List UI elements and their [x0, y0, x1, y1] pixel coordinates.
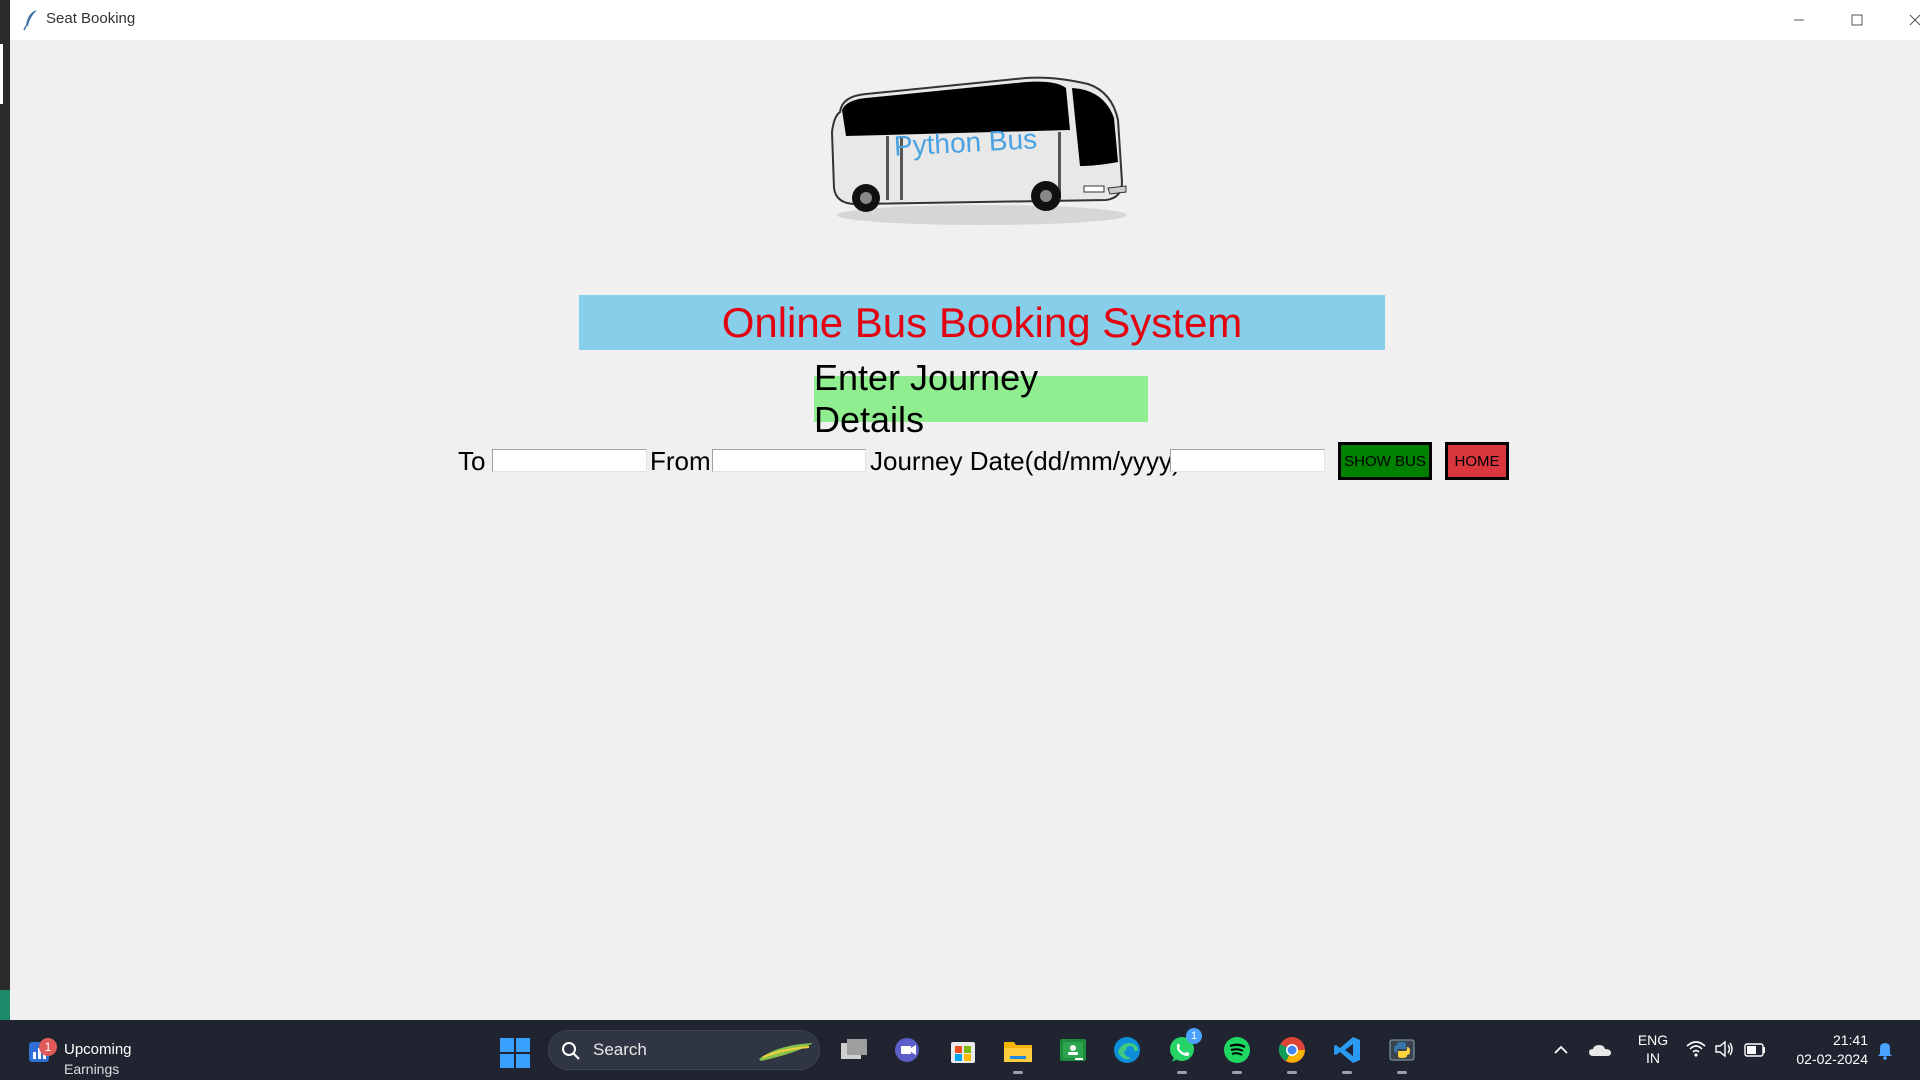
- whatsapp-badge: 1: [1186, 1028, 1202, 1044]
- teams-meet-icon: [895, 1038, 919, 1062]
- widget-subtitle: Earnings: [64, 1061, 120, 1077]
- widget-title: Upcoming: [64, 1041, 132, 1058]
- to-label: To: [458, 446, 486, 476]
- running-indicator: [1342, 1071, 1352, 1074]
- widget-badge: 1: [39, 1038, 57, 1056]
- task-view-icon: [841, 1039, 867, 1059]
- journey-date-label: Journey Date(dd/mm/yyyy): [870, 446, 1181, 476]
- search-icon: [562, 1042, 580, 1060]
- onedrive-cloud-icon[interactable]: [1588, 1042, 1612, 1058]
- maximize-icon: [1851, 14, 1863, 26]
- whatsapp-button[interactable]: 1: [1164, 1028, 1202, 1074]
- search-highlight-icon: [759, 1043, 813, 1061]
- teams-meet-button[interactable]: [890, 1032, 926, 1068]
- journey-date-input[interactable]: [1170, 449, 1325, 472]
- home-button[interactable]: HOME: [1445, 442, 1509, 480]
- python-icon: [1389, 1039, 1415, 1061]
- spotify-icon: [1224, 1037, 1250, 1063]
- search-placeholder: Search: [593, 1040, 647, 1059]
- spotify-button[interactable]: [1219, 1032, 1255, 1074]
- taskbar-search[interactable]: Search: [548, 1030, 820, 1070]
- page-title: Online Bus Booking System: [579, 295, 1385, 350]
- desktop-edge: [0, 0, 10, 1020]
- maximize-button[interactable]: [1828, 0, 1886, 40]
- running-indicator: [1232, 1071, 1242, 1074]
- running-indicator: [1013, 1071, 1023, 1074]
- vscode-icon: [1334, 1037, 1360, 1063]
- title-bar[interactable]: Seat Booking: [10, 0, 1920, 40]
- show-bus-button[interactable]: SHOW BUS: [1338, 442, 1432, 480]
- running-indicator: [1177, 1071, 1187, 1074]
- wifi-icon[interactable]: [1686, 1040, 1706, 1058]
- clock[interactable]: 21:41 02-02-2024: [1782, 1031, 1868, 1069]
- bus-logo-image: Python Bus: [830, 76, 1127, 225]
- language-code: ENG: [1637, 1032, 1669, 1048]
- chevron-up-icon[interactable]: [1552, 1040, 1570, 1060]
- minimize-icon: [1794, 19, 1804, 21]
- close-icon: [1909, 14, 1920, 26]
- chrome-button[interactable]: [1274, 1032, 1310, 1074]
- clock-date: 02-02-2024: [1796, 1051, 1868, 1067]
- microsoft-store-icon: [951, 1042, 975, 1063]
- file-explorer-icon: [1004, 1042, 1032, 1062]
- feather-icon: [23, 10, 37, 31]
- window-title: Seat Booking: [46, 10, 136, 27]
- google-classroom-icon: [1060, 1039, 1086, 1061]
- from-input[interactable]: [712, 449, 866, 472]
- running-indicator: [1287, 1071, 1297, 1074]
- from-label: From: [650, 446, 711, 476]
- clock-time: 21:41: [1832, 1032, 1868, 1048]
- python-button[interactable]: [1384, 1032, 1420, 1074]
- desktop-edge-accent: [0, 990, 10, 1020]
- chrome-icon: [1278, 1037, 1305, 1063]
- edge-browser-icon: [1114, 1037, 1140, 1063]
- task-view-button[interactable]: [836, 1032, 872, 1068]
- google-classroom-button[interactable]: [1055, 1032, 1091, 1068]
- section-heading: Enter Journey Details: [814, 357, 1148, 440]
- edge-browser-button[interactable]: [1109, 1032, 1145, 1068]
- running-indicator: [1397, 1071, 1407, 1074]
- battery-icon[interactable]: [1744, 1043, 1766, 1057]
- language-region: IN: [1646, 1050, 1660, 1066]
- close-button[interactable]: [1886, 0, 1920, 40]
- notification-bell-icon[interactable]: [1876, 1040, 1894, 1060]
- windows-start-icon[interactable]: [498, 1036, 532, 1070]
- file-explorer-button[interactable]: [1000, 1032, 1036, 1074]
- volume-icon[interactable]: [1714, 1040, 1734, 1058]
- widgets-button[interactable]: 1 Upcoming Earnings: [22, 1032, 192, 1077]
- desktop-edge-marker: [0, 44, 3, 104]
- app-window: Seat Booking Python Bus Online Bus Booki…: [10, 0, 1920, 1020]
- language-indicator[interactable]: ENG IN: [1636, 1031, 1670, 1067]
- microsoft-store-button[interactable]: [945, 1032, 981, 1068]
- minimize-button[interactable]: [1770, 0, 1828, 40]
- to-input[interactable]: [492, 449, 647, 472]
- vscode-button[interactable]: [1329, 1032, 1365, 1074]
